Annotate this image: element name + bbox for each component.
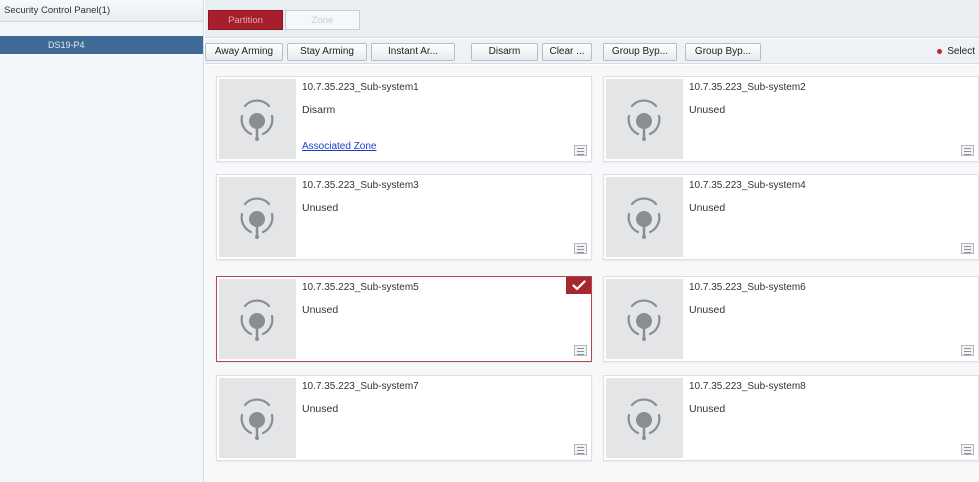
partition-card[interactable]: 10.7.35.223_Sub-system8 Unused xyxy=(603,375,979,461)
disarm-button[interactable]: Disarm xyxy=(471,43,538,61)
partition-name: 10.7.35.223_Sub-system4 xyxy=(689,180,806,191)
partition-antenna-icon xyxy=(606,279,683,359)
partition-name: 10.7.35.223_Sub-system3 xyxy=(302,180,419,191)
tab-zone[interactable]: Zone xyxy=(285,10,360,30)
list-icon[interactable] xyxy=(574,345,587,356)
away-arming-button[interactable]: Away Arming xyxy=(205,43,283,61)
partition-name: 10.7.35.223_Sub-system1 xyxy=(302,82,419,93)
partition-status: Disarm xyxy=(302,104,336,116)
partition-card-selected[interactable]: 10.7.35.223_Sub-system5 Unused xyxy=(216,276,592,362)
partition-name: 10.7.35.223_Sub-system7 xyxy=(302,381,419,392)
panel-header: Security Control Panel(1) xyxy=(0,0,203,22)
group-bypass-button[interactable]: Group Byp... xyxy=(603,43,677,61)
partition-status: Unused xyxy=(689,104,726,116)
partition-status: Unused xyxy=(689,304,726,316)
partition-antenna-icon xyxy=(219,378,296,458)
group-bypass-recovery-button[interactable]: Group Byp... xyxy=(685,43,761,61)
partition-antenna-icon xyxy=(606,378,683,458)
partition-card[interactable]: 10.7.35.223_Sub-system7 Unused xyxy=(216,375,592,461)
tab-bar: Partition Zone xyxy=(205,0,979,38)
list-icon[interactable] xyxy=(961,243,974,254)
tab-partition[interactable]: Partition xyxy=(208,10,283,30)
list-icon[interactable] xyxy=(574,243,587,254)
list-icon[interactable] xyxy=(961,145,974,156)
list-icon[interactable] xyxy=(961,444,974,455)
partition-card[interactable]: 10.7.35.223_Sub-system2 Unused xyxy=(603,76,979,162)
partition-status: Unused xyxy=(302,304,339,316)
partition-antenna-icon xyxy=(606,79,683,159)
select-all-dot-icon xyxy=(937,48,943,54)
partition-name: 10.7.35.223_Sub-system6 xyxy=(689,282,806,293)
partition-status: Unused xyxy=(689,403,726,415)
instant-arming-button[interactable]: Instant Ar... xyxy=(371,43,455,61)
select-all-toggle[interactable]: Select xyxy=(937,43,975,61)
partition-status: Unused xyxy=(302,403,339,415)
partition-status: Unused xyxy=(689,202,726,214)
list-icon[interactable] xyxy=(574,145,587,156)
list-icon[interactable] xyxy=(574,444,587,455)
partition-card[interactable]: 10.7.35.223_Sub-system4 Unused xyxy=(603,174,979,260)
stay-arming-button[interactable]: Stay Arming xyxy=(287,43,367,61)
partition-antenna-icon xyxy=(606,177,683,257)
toolbar: Away Arming Stay Arming Instant Ar... Di… xyxy=(205,39,979,64)
select-all-label: Select xyxy=(947,46,975,57)
checkmark-icon[interactable] xyxy=(566,277,591,294)
partition-card[interactable]: 10.7.35.223_Sub-system3 Unused xyxy=(216,174,592,260)
partition-card[interactable]: 10.7.35.223_Sub-system6 Unused xyxy=(603,276,979,362)
partition-antenna-icon xyxy=(219,279,296,359)
partition-status: Unused xyxy=(302,202,339,214)
left-panel: Security Control Panel(1) DS19-P4 xyxy=(0,0,204,482)
partition-card[interactable]: 10.7.35.223_Sub-system1 Disarm Associate… xyxy=(216,76,592,162)
clear-alarm-button[interactable]: Clear ... xyxy=(542,43,592,61)
partition-antenna-icon xyxy=(219,79,296,159)
partition-name: 10.7.35.223_Sub-system8 xyxy=(689,381,806,392)
partition-name: 10.7.35.223_Sub-system5 xyxy=(302,282,419,293)
partition-antenna-icon xyxy=(219,177,296,257)
associated-zone-link[interactable]: Associated Zone xyxy=(302,141,377,152)
partition-grid: 10.7.35.223_Sub-system1 Disarm Associate… xyxy=(205,65,979,482)
partition-name: 10.7.35.223_Sub-system2 xyxy=(689,82,806,93)
list-icon[interactable] xyxy=(961,345,974,356)
tree-item-device[interactable]: DS19-P4 xyxy=(0,36,203,54)
